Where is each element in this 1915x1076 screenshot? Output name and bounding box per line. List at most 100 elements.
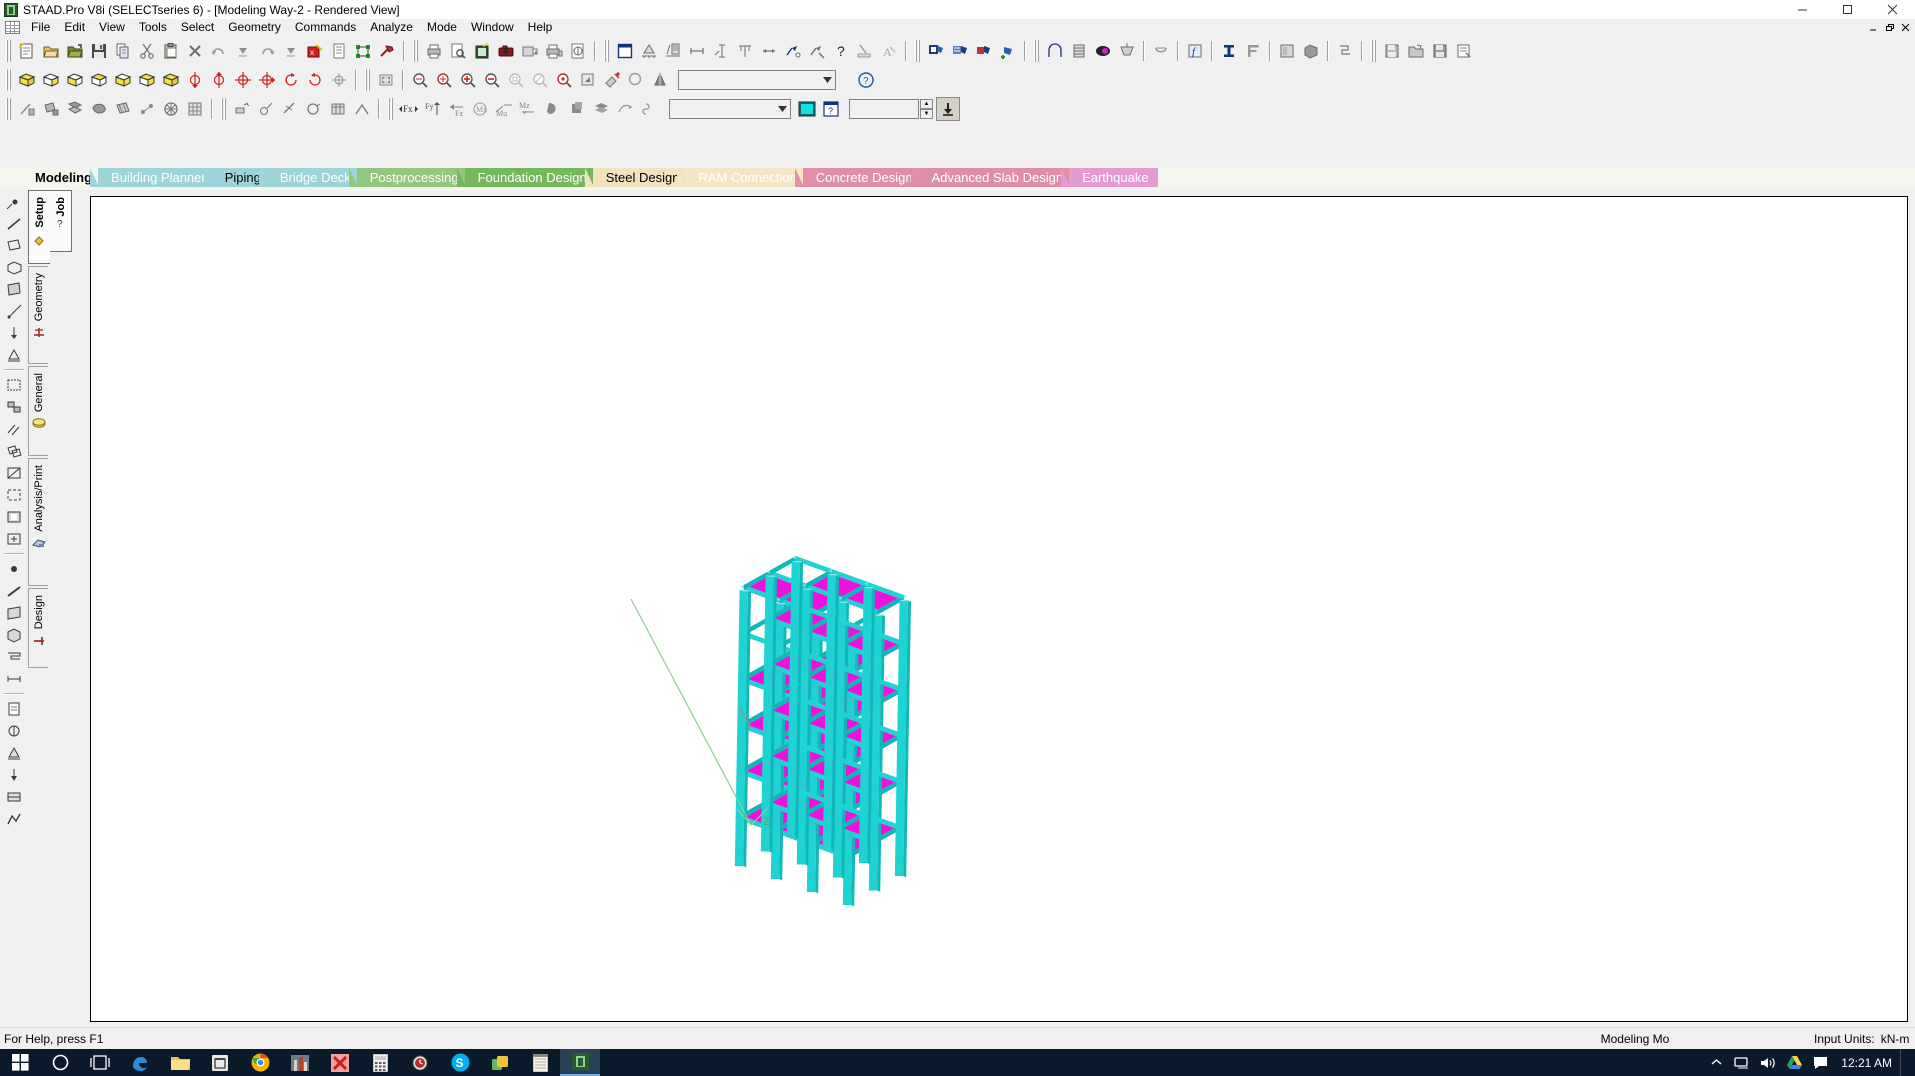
render-view-2-button[interactable] — [948, 39, 972, 63]
page-tab-general[interactable]: General — [28, 366, 48, 456]
menu-commands[interactable]: Commands — [288, 19, 363, 36]
staad-taskbar-button[interactable] — [560, 1049, 600, 1076]
menu-analyze[interactable]: Analyze — [363, 19, 420, 36]
toolbar-grip[interactable] — [5, 39, 12, 62]
toolbar-grip[interactable] — [364, 68, 371, 91]
menu-select[interactable]: Select — [174, 19, 221, 36]
view-top-button[interactable] — [135, 68, 159, 92]
notepad-button[interactable] — [520, 1049, 560, 1076]
undo-dropdown-button[interactable] — [231, 39, 255, 63]
zoom-selected-button[interactable] — [528, 68, 552, 92]
skype-button[interactable]: S — [440, 1049, 480, 1076]
action-center-button[interactable] — [1807, 1049, 1833, 1076]
redo-button[interactable] — [255, 39, 279, 63]
rail-spec-tool[interactable] — [2, 720, 26, 742]
render-view-3-button[interactable] — [972, 39, 996, 63]
close-button[interactable] — [1870, 0, 1915, 19]
toolbar-grip[interactable] — [1370, 39, 1377, 62]
edge-button[interactable] — [120, 1049, 160, 1076]
rail-surface-tool[interactable] — [2, 646, 26, 668]
insert-node-button[interactable] — [278, 97, 302, 121]
render-add-button[interactable] — [996, 39, 1020, 63]
measure-button[interactable] — [757, 39, 781, 63]
save-button[interactable] — [87, 39, 111, 63]
rail-plate-cursor[interactable] — [2, 234, 26, 256]
add-plate-button[interactable] — [39, 97, 63, 121]
tools-button[interactable] — [375, 39, 399, 63]
fmu-button[interactable]: Mu — [493, 97, 517, 121]
rotate-up-button[interactable] — [183, 68, 207, 92]
mode-tab-advanced-slab-design[interactable]: Advanced Slab Design — [910, 168, 1073, 187]
display-load-button[interactable] — [795, 97, 819, 121]
chrome-button[interactable] — [240, 1049, 280, 1076]
report-setup-button[interactable] — [327, 39, 351, 63]
spin-left-button[interactable] — [279, 68, 303, 92]
new-view-button[interactable] — [613, 39, 637, 63]
floor-view-button[interactable] — [1067, 39, 1091, 63]
rendered-view-viewport[interactable]: Z — [90, 196, 1908, 1022]
undo-button[interactable] — [207, 39, 231, 63]
open-backup-button[interactable] — [63, 39, 87, 63]
i-beam-button[interactable] — [1217, 39, 1241, 63]
add-surface-button[interactable] — [63, 97, 87, 121]
run-analysis-button[interactable]: x — [303, 39, 327, 63]
start-button[interactable] — [0, 1049, 40, 1076]
load-5-button[interactable] — [637, 97, 661, 121]
fz-button[interactable]: Fz — [445, 97, 469, 121]
page-tab-setup[interactable]: Setup — [28, 190, 50, 264]
mode-tab-concrete-design[interactable]: Concrete Design — [794, 168, 922, 187]
clock-app-button[interactable] — [400, 1049, 440, 1076]
apply-load-button[interactable] — [936, 96, 960, 121]
zoom-window-button[interactable] — [408, 68, 432, 92]
network-icon[interactable] — [1729, 1049, 1755, 1076]
view-from-x-button[interactable] — [39, 68, 63, 92]
rail-load-cursor[interactable] — [2, 322, 26, 344]
rotate-down-button[interactable] — [207, 68, 231, 92]
rotate-copy-button[interactable] — [254, 97, 278, 121]
cortana-button[interactable] — [40, 1049, 80, 1076]
stepper-down[interactable]: ▼ — [920, 108, 933, 119]
taskbar-clock[interactable]: 12:21 AM — [1833, 1056, 1900, 1070]
load-case-combo[interactable] — [669, 98, 791, 119]
toolbar-grip[interactable] — [603, 39, 610, 62]
camera-button[interactable] — [494, 39, 518, 63]
copy-button[interactable] — [111, 39, 135, 63]
magnify-button[interactable] — [624, 68, 648, 92]
volume-icon[interactable] — [1755, 1049, 1781, 1076]
mdi-restore-button[interactable] — [1881, 20, 1897, 35]
mode-tab-bridge-deck[interactable]: Bridge Deck — [258, 168, 360, 187]
save-all-button[interactable] — [1428, 39, 1452, 63]
task-view-button[interactable] — [80, 1049, 120, 1076]
scale-button[interactable] — [853, 39, 877, 63]
zoom-out-button[interactable] — [480, 68, 504, 92]
open-view-button[interactable] — [1404, 39, 1428, 63]
mesh-button[interactable] — [111, 97, 135, 121]
photos-button[interactable] — [280, 1049, 320, 1076]
maximize-button[interactable] — [1825, 0, 1870, 19]
mx-button[interactable]: Mx — [469, 97, 493, 121]
page-tab-geometry[interactable]: Geometry — [28, 266, 48, 364]
toolbar-grip[interactable] — [387, 97, 394, 120]
circular-repeat-button[interactable] — [159, 97, 183, 121]
display-node-distance-button[interactable] — [685, 39, 709, 63]
mode-tab-steel-design[interactable]: Steel Design — [584, 168, 689, 187]
menu-mode[interactable]: Mode — [420, 19, 464, 36]
add-beam-button[interactable] — [15, 97, 39, 121]
open-bottom-button[interactable] — [1115, 39, 1139, 63]
store-button[interactable] — [200, 1049, 240, 1076]
menu-view[interactable]: View — [92, 19, 132, 36]
circular-button[interactable] — [302, 97, 326, 121]
zoom-center-button[interactable] — [552, 68, 576, 92]
rail-new-group[interactable] — [2, 528, 26, 550]
rail-solid-cursor[interactable] — [2, 256, 26, 278]
isometric-view-button[interactable] — [15, 68, 39, 92]
rail-support-tool[interactable] — [2, 742, 26, 764]
rail-surface-cursor[interactable] — [2, 278, 26, 300]
open-file-button[interactable] — [39, 39, 63, 63]
cut-button[interactable] — [135, 39, 159, 63]
rail-node-cursor[interactable] — [2, 190, 26, 212]
rail-beam-cursor[interactable] — [2, 212, 26, 234]
load-1-button[interactable] — [541, 97, 565, 121]
rail-select-missing[interactable] — [2, 484, 26, 506]
toolbar-grip[interactable] — [5, 68, 12, 91]
